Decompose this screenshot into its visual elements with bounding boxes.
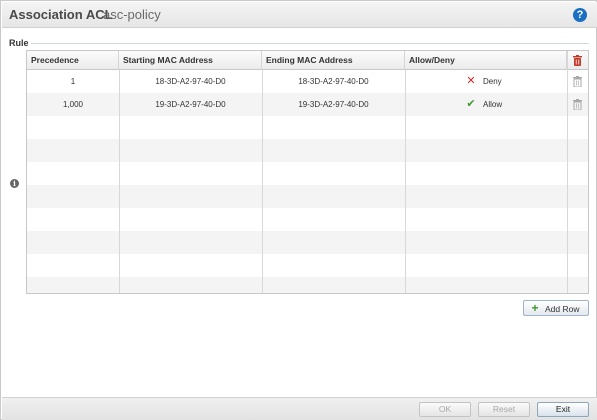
ok-button[interactable]: OK xyxy=(419,402,471,417)
column-header-starting-mac[interactable]: Starting MAC Address xyxy=(119,51,262,70)
add-row-button[interactable]: + Add Row xyxy=(523,300,589,316)
column-divider xyxy=(262,70,263,293)
association-acl-panel: Association ACL asc-policy ? Rule i Prec… xyxy=(0,0,597,420)
x-icon: ✕ xyxy=(466,75,476,88)
empty-row xyxy=(27,185,588,208)
section-label-rule: Rule xyxy=(9,38,29,48)
page-title: Association ACL xyxy=(9,7,113,22)
check-icon: ✔ xyxy=(466,98,476,111)
column-divider xyxy=(405,70,406,293)
info-icon[interactable]: i xyxy=(10,179,19,188)
empty-row xyxy=(27,116,588,139)
empty-row xyxy=(27,208,588,231)
ending-mac-cell: 19-3D-A2-97-40-D0 xyxy=(298,100,369,109)
precedence-cell: 1,000 xyxy=(62,100,84,109)
plus-icon: + xyxy=(531,301,539,315)
help-icon[interactable]: ? xyxy=(573,8,587,22)
column-divider xyxy=(567,51,568,293)
precedence-cell: 1 xyxy=(70,77,76,86)
page-subtitle: asc-policy xyxy=(103,7,161,22)
empty-row xyxy=(27,254,588,277)
panel-header: Association ACL asc-policy ? xyxy=(2,2,597,28)
column-header-allow-deny[interactable]: Allow/Deny xyxy=(405,51,567,70)
action-label: Allow xyxy=(483,100,503,109)
reset-button[interactable]: Reset xyxy=(478,402,530,417)
section-divider xyxy=(31,43,589,44)
delete-row-trash-icon[interactable] xyxy=(573,99,582,110)
starting-mac-cell: 19-3D-A2-97-40-D0 xyxy=(155,100,226,109)
starting-mac-cell: 18-3D-A2-97-40-D0 xyxy=(155,77,226,86)
delete-row-trash-icon[interactable] xyxy=(573,76,582,87)
empty-row xyxy=(27,162,588,185)
action-cell: ✔ Allow xyxy=(465,93,565,116)
column-header-precedence[interactable]: Precedence xyxy=(27,51,119,70)
table-header: Precedence Starting MAC Address Ending M… xyxy=(27,51,588,70)
action-label: Deny xyxy=(483,77,502,86)
ending-mac-cell: 18-3D-A2-97-40-D0 xyxy=(298,77,369,86)
action-cell: ✕ Deny xyxy=(465,70,565,93)
add-row-label: Add Row xyxy=(545,304,580,314)
table-row[interactable]: 1,000 19-3D-A2-97-40-D0 19-3D-A2-97-40-D… xyxy=(27,93,588,116)
delete-all-trash-icon[interactable] xyxy=(573,55,582,66)
empty-row xyxy=(27,139,588,162)
exit-button[interactable]: Exit xyxy=(537,402,589,417)
footer-bar: OK Reset Exit xyxy=(2,397,597,420)
column-divider xyxy=(119,70,120,293)
column-header-ending-mac[interactable]: Ending MAC Address xyxy=(262,51,405,70)
table-row[interactable]: 1 18-3D-A2-97-40-D0 18-3D-A2-97-40-D0 ✕ D… xyxy=(27,70,588,93)
empty-row xyxy=(27,231,588,254)
empty-row xyxy=(27,277,588,293)
rules-table: Precedence Starting MAC Address Ending M… xyxy=(26,50,589,294)
